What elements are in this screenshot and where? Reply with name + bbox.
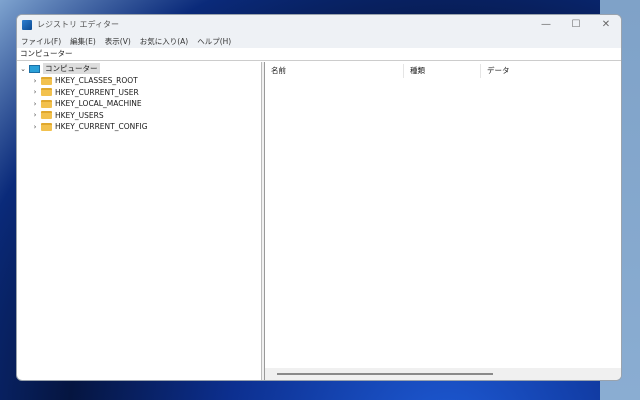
tree-node-hkcc[interactable]: › HKEY_CURRENT_CONFIG xyxy=(31,121,148,132)
column-header-data[interactable]: データ xyxy=(481,64,561,78)
menu-file[interactable]: ファイル(F) xyxy=(21,36,61,47)
tree-node-hku[interactable]: › HKEY_USERS xyxy=(31,110,104,121)
folder-icon xyxy=(41,111,52,119)
tree-label: HKEY_LOCAL_MACHINE xyxy=(55,99,142,108)
folder-icon xyxy=(41,88,52,96)
folder-icon xyxy=(41,76,52,85)
menu-edit[interactable]: 編集(E) xyxy=(70,36,96,47)
address-bar[interactable]: コンピューター xyxy=(17,48,621,61)
chevron-right-icon[interactable]: › xyxy=(31,123,39,131)
folder-icon xyxy=(41,122,52,131)
close-button[interactable]: ✕ xyxy=(591,15,621,34)
column-headers: 名前 種類 データ xyxy=(265,64,621,78)
tree-node-hkcu[interactable]: › HKEY_CURRENT_USER xyxy=(31,87,139,98)
chevron-right-icon[interactable]: › xyxy=(31,111,39,119)
title-bar: レジストリ エディター — ☐ ✕ xyxy=(17,15,621,34)
regedit-app-icon xyxy=(22,19,32,30)
computer-icon xyxy=(29,64,40,73)
tree-node-hkcr[interactable]: › HKEY_CLASSES_ROOT xyxy=(31,75,138,86)
minimize-button[interactable]: — xyxy=(531,15,561,34)
menu-favorites[interactable]: お気に入り(A) xyxy=(140,36,188,47)
tree-pane: ⌄ コンピューター › HKEY_CLASSES_ROOT › HKEY_CURRE… xyxy=(17,62,262,380)
chevron-right-icon[interactable]: › xyxy=(31,77,39,85)
menu-bar: ファイル(F) 編集(E) 表示(V) お気に入り(A) ヘルプ(H) xyxy=(17,34,621,48)
chevron-down-icon[interactable]: ⌄ xyxy=(19,65,27,73)
horizontal-scrollbar[interactable] xyxy=(265,368,621,380)
values-pane: 名前 種類 データ xyxy=(265,62,621,380)
registry-editor-window: レジストリ エディター — ☐ ✕ ファイル(F) 編集(E) 表示(V) お気… xyxy=(16,14,622,381)
tree-label: HKEY_CURRENT_USER xyxy=(55,87,139,97)
chevron-right-icon[interactable]: › xyxy=(31,88,39,96)
folder-icon xyxy=(41,99,52,108)
maximize-button[interactable]: ☐ xyxy=(561,15,591,34)
tree-label: HKEY_CURRENT_CONFIG xyxy=(55,122,148,131)
window-title: レジストリ エディター xyxy=(37,20,119,29)
tree-label: コンピューター xyxy=(43,63,100,74)
tree-label: HKEY_CLASSES_ROOT xyxy=(55,76,138,85)
tree-node-hklm[interactable]: › HKEY_LOCAL_MACHINE xyxy=(31,98,142,109)
column-header-type[interactable]: 種類 xyxy=(404,64,481,78)
menu-view[interactable]: 表示(V) xyxy=(105,36,131,47)
chevron-right-icon[interactable]: › xyxy=(31,100,39,108)
scrollbar-thumb[interactable] xyxy=(277,373,493,375)
tree-label: HKEY_USERS xyxy=(55,110,104,120)
tree-node-computer[interactable]: ⌄ コンピューター xyxy=(19,63,100,74)
column-header-name[interactable]: 名前 xyxy=(265,64,404,78)
menu-help[interactable]: ヘルプ(H) xyxy=(197,36,231,47)
